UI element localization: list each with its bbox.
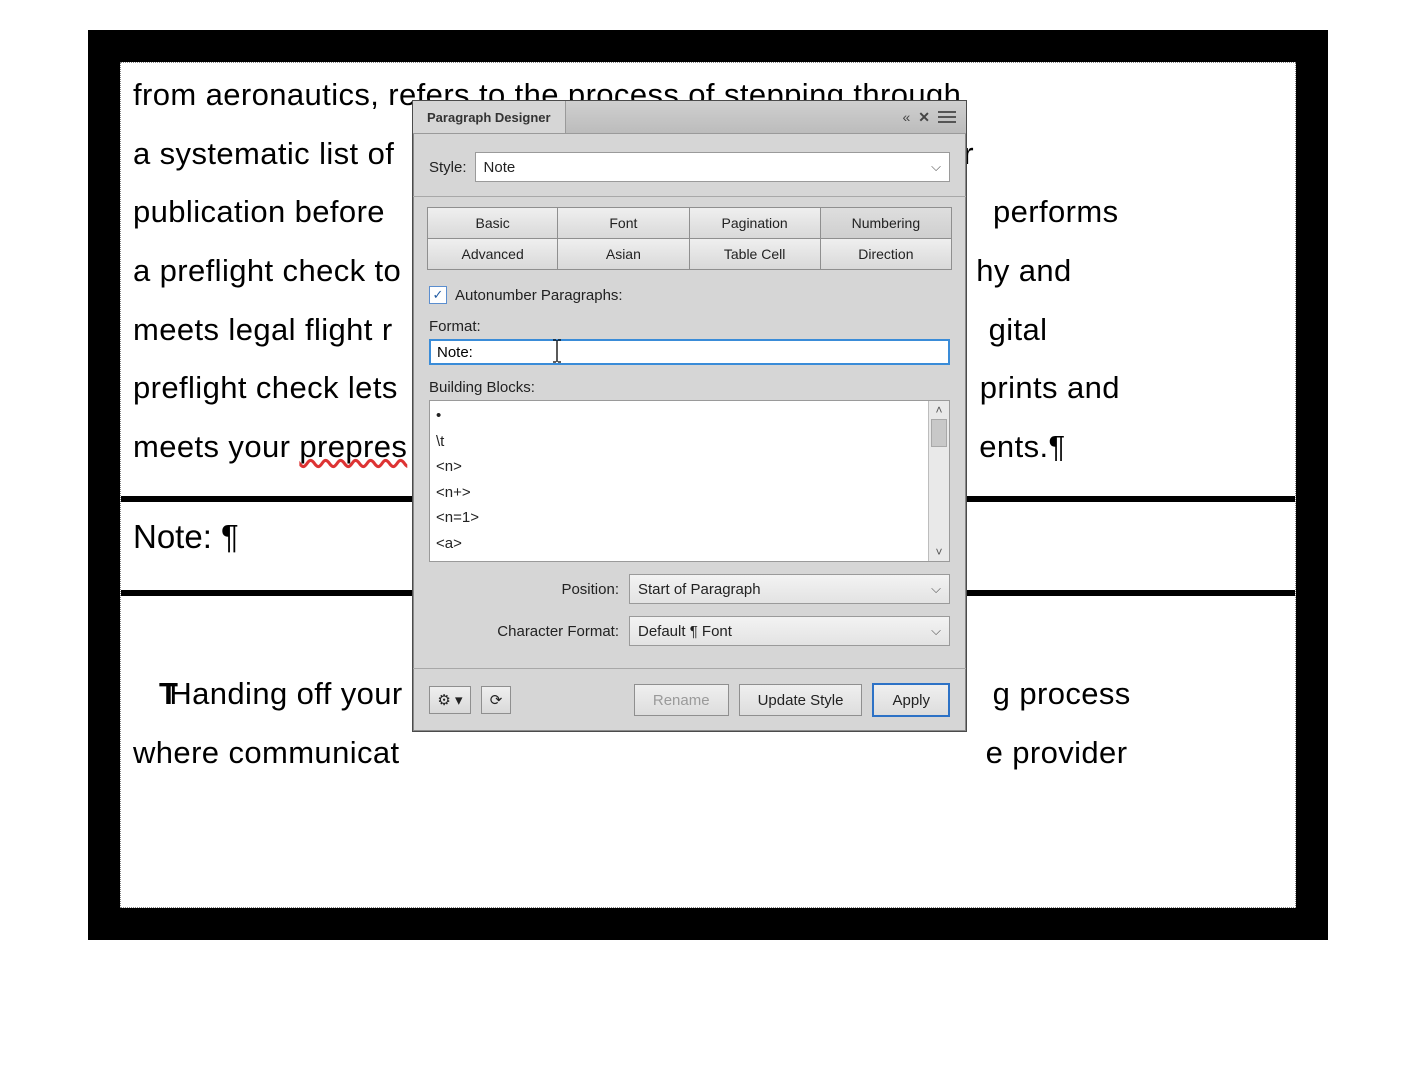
tab-direction[interactable]: Direction bbox=[821, 239, 952, 270]
list-item[interactable]: • bbox=[436, 403, 923, 429]
tab-basic[interactable]: Basic bbox=[427, 207, 558, 239]
scroll-down-icon[interactable]: ˅ bbox=[935, 543, 942, 561]
style-label: Style: bbox=[429, 159, 467, 176]
paragraph-designer-dialog[interactable]: Paragraph Designer « ✕ Style: Note ⌵ Bas… bbox=[412, 100, 967, 732]
tab-font[interactable]: Font bbox=[558, 207, 689, 239]
charformat-value: Default ¶ Font bbox=[638, 623, 732, 640]
scroll-up-icon[interactable]: ˄ bbox=[935, 401, 942, 419]
tab-table-cell[interactable]: Table Cell bbox=[690, 239, 821, 270]
close-icon[interactable]: ✕ bbox=[918, 109, 930, 126]
building-blocks-listbox[interactable]: • \t <n> <n+> <n=1> <a> ˄ ˅ bbox=[429, 400, 950, 562]
autonumber-label: Autonumber Paragraphs: bbox=[455, 287, 623, 304]
position-label: Position: bbox=[429, 581, 619, 598]
tab-asian[interactable]: Asian bbox=[558, 239, 689, 270]
chevron-down-icon: ⌵ bbox=[931, 159, 941, 175]
rename-button[interactable]: Rename bbox=[634, 684, 729, 716]
refresh-button[interactable]: ⟳ bbox=[481, 686, 511, 714]
chevron-down-icon: ⌵ bbox=[931, 581, 941, 597]
list-item[interactable]: <a> bbox=[436, 531, 923, 557]
list-item[interactable]: <n=1> bbox=[436, 505, 923, 531]
charformat-label: Character Format: bbox=[429, 623, 619, 640]
chevron-down-icon: ⌵ bbox=[931, 623, 941, 639]
designer-tabs-row2: Advanced Asian Table Cell Direction bbox=[413, 239, 966, 276]
position-select[interactable]: Start of Paragraph ⌵ bbox=[629, 574, 950, 604]
format-label: Format: bbox=[429, 318, 950, 335]
position-value: Start of Paragraph bbox=[638, 581, 761, 598]
dialog-title: Paragraph Designer bbox=[413, 101, 566, 133]
list-item[interactable]: <n+> bbox=[436, 480, 923, 506]
tab-pagination[interactable]: Pagination bbox=[690, 207, 821, 239]
style-select-value: Note bbox=[484, 159, 516, 176]
update-style-button[interactable]: Update Style bbox=[739, 684, 863, 716]
refresh-icon: ⟳ bbox=[490, 691, 503, 709]
tab-numbering[interactable]: Numbering bbox=[821, 207, 952, 239]
scroll-thumb[interactable] bbox=[931, 419, 947, 447]
spellcheck-squiggle: prepres bbox=[299, 429, 407, 464]
tab-advanced[interactable]: Advanced bbox=[427, 239, 558, 270]
building-blocks-label: Building Blocks: bbox=[429, 379, 950, 396]
listbox-scrollbar[interactable]: ˄ ˅ bbox=[928, 401, 949, 561]
designer-tabs-row1: Basic Font Pagination Numbering bbox=[413, 197, 966, 239]
style-select[interactable]: Note ⌵ bbox=[475, 152, 950, 182]
autonumber-checkbox[interactable]: ✓ bbox=[429, 286, 447, 304]
doc-line: where communicate provider bbox=[133, 727, 1283, 780]
collapse-icon[interactable]: « bbox=[902, 109, 910, 125]
panel-menu-icon[interactable] bbox=[938, 108, 956, 126]
list-item[interactable]: \t bbox=[436, 429, 923, 455]
apply-button[interactable]: Apply bbox=[872, 683, 950, 717]
dialog-titlebar[interactable]: Paragraph Designer « ✕ bbox=[413, 101, 966, 134]
charformat-select[interactable]: Default ¶ Font ⌵ bbox=[629, 616, 950, 646]
format-input[interactable] bbox=[429, 339, 950, 365]
settings-menu-button[interactable]: ⚙ ▾ bbox=[429, 686, 471, 714]
list-item[interactable]: <n> bbox=[436, 454, 923, 480]
gear-icon: ⚙ ▾ bbox=[437, 691, 462, 709]
